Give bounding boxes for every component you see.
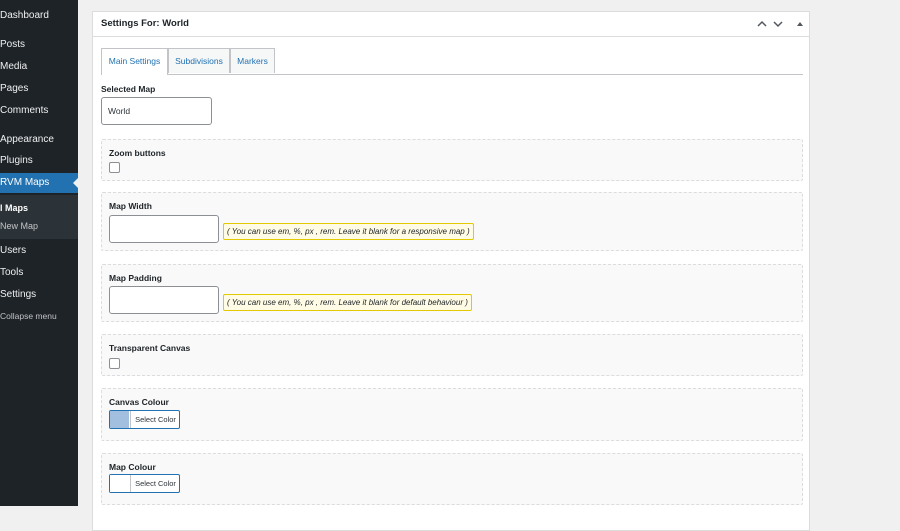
sidebar-item-tools[interactable]: Tools: [0, 263, 78, 283]
transparent-canvas-section: Transparent Canvas: [101, 334, 803, 376]
sidebar-item-plugins[interactable]: Plugins: [0, 151, 78, 171]
map-colour-select-label: Select Color: [130, 475, 180, 492]
map-width-section: Map Width ( You can use em, %, px , rem.…: [101, 192, 803, 251]
map-padding-hint: ( You can use em, %, px , rem. Leave it …: [223, 294, 472, 311]
sidebar-item-pages[interactable]: Pages: [0, 79, 78, 99]
map-colour-swatch: [110, 475, 129, 492]
canvas-colour-swatch: [110, 411, 129, 428]
admin-sidebar: Dashboard Posts Media Pages Comments App…: [0, 0, 78, 506]
map-padding-section: Map Padding ( You can use em, %, px , re…: [101, 264, 803, 322]
map-width-input[interactable]: [109, 215, 219, 243]
map-padding-input[interactable]: [109, 286, 219, 314]
map-padding-label: Map Padding: [109, 273, 162, 283]
sidebar-item-settings[interactable]: Settings: [0, 285, 78, 305]
canvas-colour-select-label: Select Color: [130, 411, 180, 428]
chevron-up-icon[interactable]: [755, 17, 769, 31]
panel-title: Settings For: World: [101, 18, 189, 29]
toggle-arrow-icon[interactable]: [793, 17, 807, 31]
zoom-buttons-section: Zoom buttons: [101, 139, 803, 181]
tab-markers[interactable]: Markers: [230, 48, 275, 73]
sidebar-item-comments[interactable]: Comments: [0, 101, 78, 121]
selected-map-input[interactable]: [101, 97, 212, 125]
submenu-item-new-map[interactable]: New Map: [0, 217, 78, 235]
settings-panel: Settings For: World Main Settings Subdiv…: [92, 11, 810, 531]
zoom-buttons-checkbox[interactable]: [109, 162, 120, 173]
transparent-canvas-label: Transparent Canvas: [109, 343, 191, 353]
tab-main-settings[interactable]: Main Settings: [101, 48, 168, 75]
map-width-label: Map Width: [109, 201, 152, 211]
collapse-menu-button[interactable]: Collapse menu: [0, 306, 78, 326]
sidebar-item-media[interactable]: Media: [0, 57, 78, 77]
submenu-item-all-maps[interactable]: l Maps: [0, 199, 78, 217]
map-width-hint: ( You can use em, %, px , rem. Leave it …: [223, 223, 474, 240]
map-colour-label: Map Colour: [109, 462, 156, 472]
sidebar-item-dashboard[interactable]: Dashboard: [0, 6, 78, 26]
map-colour-section: Map Colour Select Color: [101, 453, 803, 505]
panel-header: Settings For: World: [93, 12, 809, 37]
sidebar-item-appearance[interactable]: Appearance: [0, 130, 78, 150]
chevron-down-icon[interactable]: [771, 17, 785, 31]
map-colour-picker-button[interactable]: Select Color: [109, 474, 180, 493]
canvas-colour-picker-button[interactable]: Select Color: [109, 410, 180, 429]
sidebar-item-users[interactable]: Users: [0, 241, 78, 261]
settings-tabs: Main Settings Subdivisions Markers: [101, 48, 803, 75]
sidebar-item-posts[interactable]: Posts: [0, 35, 78, 55]
selected-map-label: Selected Map: [101, 84, 156, 94]
rvm-maps-submenu: l Maps New Map: [0, 195, 78, 239]
transparent-canvas-checkbox[interactable]: [109, 358, 120, 369]
canvas-colour-label: Canvas Colour: [109, 397, 169, 407]
sidebar-item-rvm-maps[interactable]: RVM Maps: [0, 173, 78, 193]
tab-subdivisions[interactable]: Subdivisions: [168, 48, 230, 73]
zoom-buttons-label: Zoom buttons: [109, 148, 166, 158]
canvas-colour-section: Canvas Colour Select Color: [101, 388, 803, 441]
